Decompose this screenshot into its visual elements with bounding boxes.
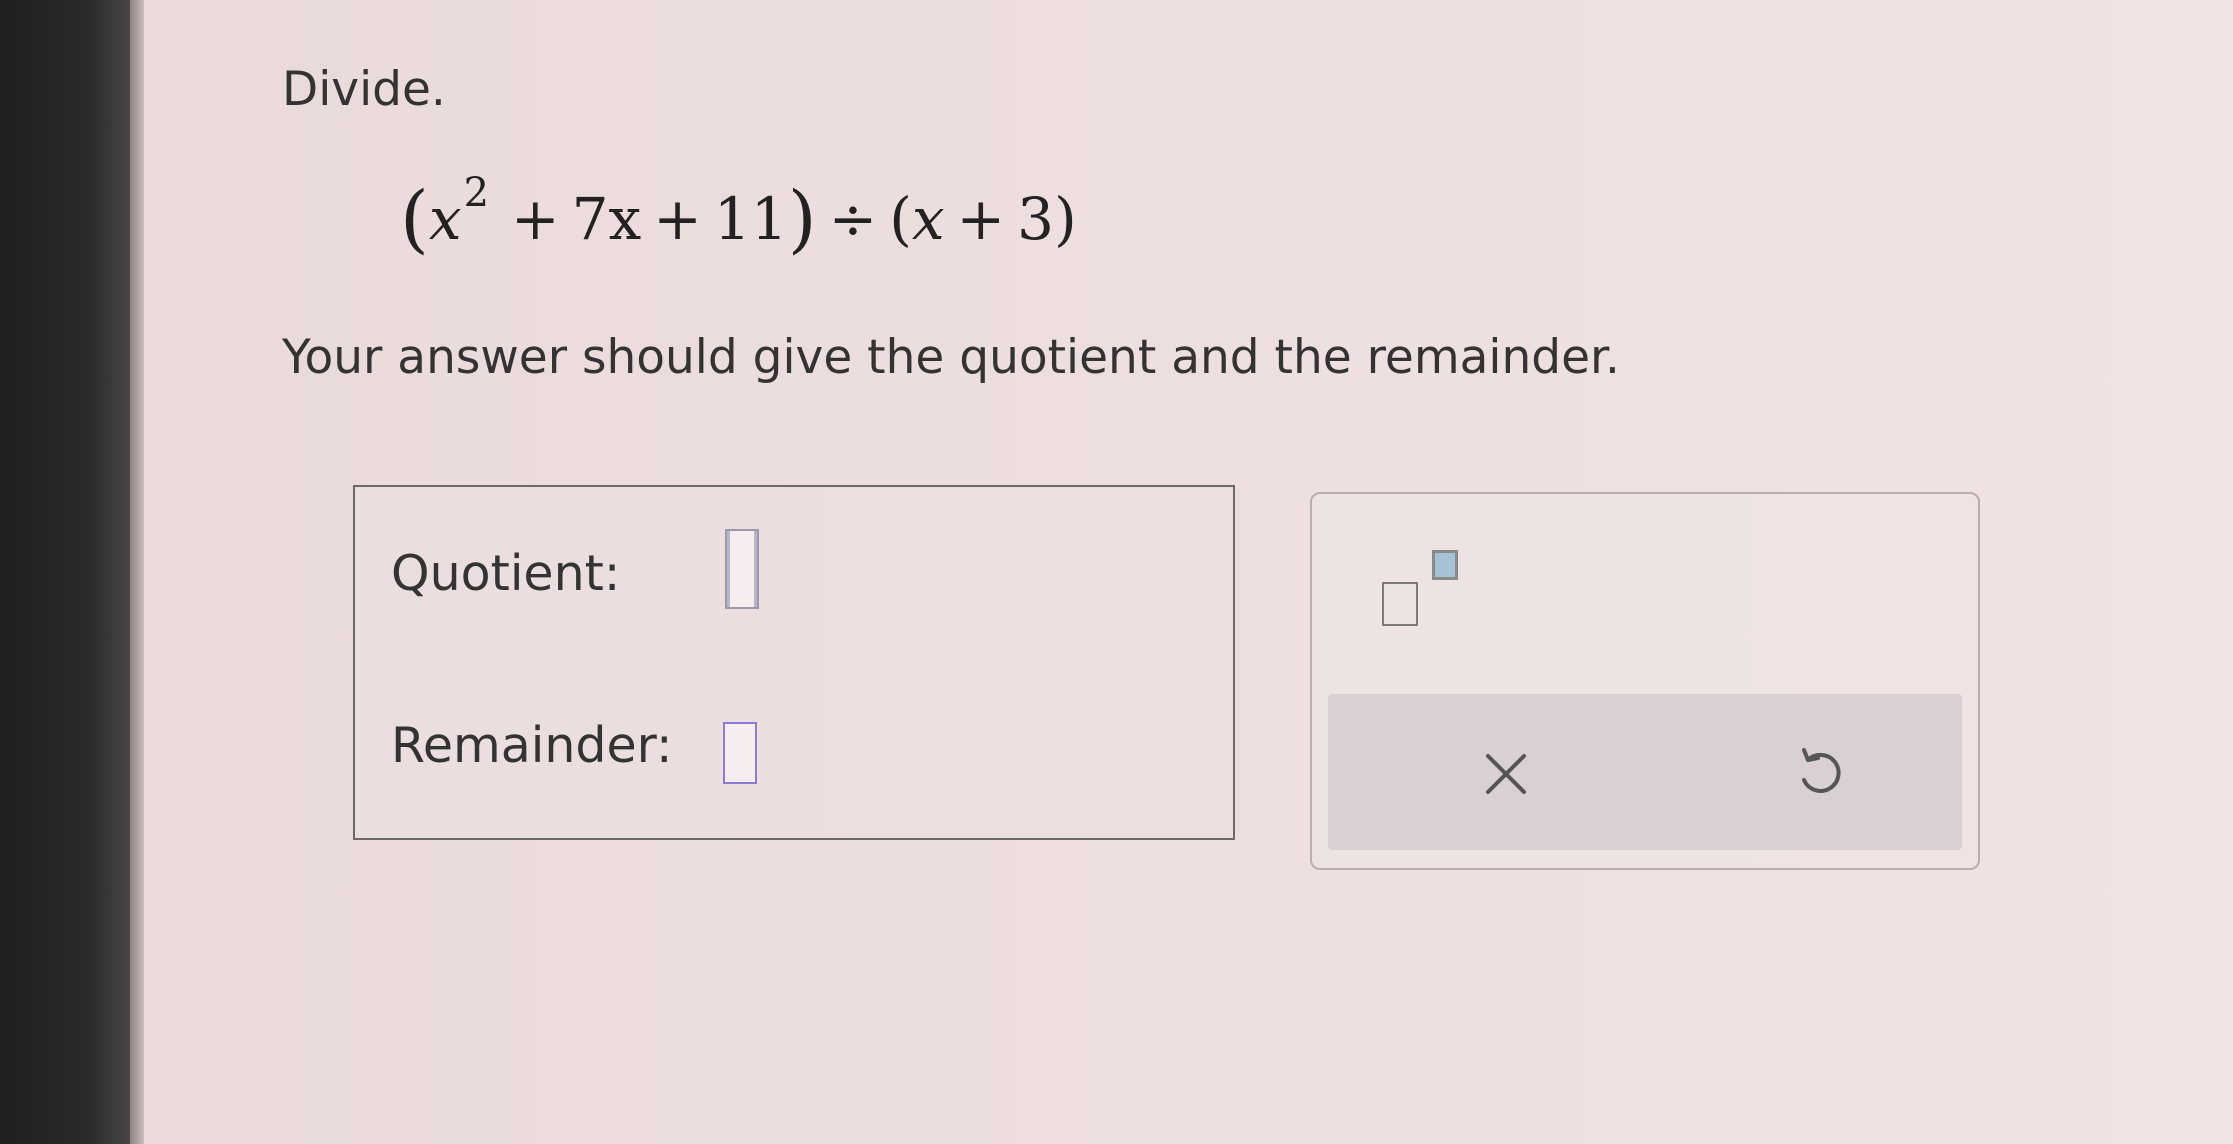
quotient-input[interactable] bbox=[725, 529, 759, 609]
plus-sign: + bbox=[653, 185, 702, 253]
math-toolbar bbox=[1310, 492, 1980, 870]
dividend-constant: 11 bbox=[713, 185, 788, 253]
undo-button[interactable] bbox=[1770, 724, 1870, 824]
dividend-x: x bbox=[428, 185, 462, 253]
close-paren: ) bbox=[787, 176, 817, 262]
exponent-base-box bbox=[1382, 582, 1418, 626]
remainder-input[interactable] bbox=[723, 722, 757, 784]
plus-sign: + bbox=[511, 185, 560, 253]
undo-icon bbox=[1802, 748, 1841, 793]
toolbar-action-bar bbox=[1328, 694, 1962, 850]
answer-box: Quotient: Remainder: bbox=[353, 485, 1235, 840]
divisor-constant: 3 bbox=[1017, 185, 1055, 253]
screen-bezel bbox=[0, 0, 130, 1144]
clear-button[interactable] bbox=[1456, 724, 1556, 824]
divisor-x: x bbox=[911, 185, 945, 253]
close-icon bbox=[1486, 754, 1526, 794]
remainder-label: Remainder: bbox=[391, 717, 673, 774]
open-paren: ( bbox=[400, 176, 429, 262]
divisor-open-paren: ( bbox=[889, 185, 912, 253]
exponent-superscript-box bbox=[1432, 550, 1458, 580]
division-expression: ( x 2 + 7x + 11 ) ÷ ( x + 3 ) bbox=[400, 170, 1077, 262]
divide-sign: ÷ bbox=[828, 185, 878, 253]
answer-instructions: Your answer should give the quotient and… bbox=[282, 330, 1620, 385]
divisor-close-paren: ) bbox=[1054, 185, 1077, 253]
dividend-exponent: 2 bbox=[463, 170, 490, 216]
page-left-edge bbox=[130, 0, 144, 1144]
prompt-text: Divide. bbox=[282, 62, 446, 117]
dividend-linear-term: 7x bbox=[571, 185, 642, 253]
quotient-label: Quotient: bbox=[391, 545, 621, 602]
plus-sign: + bbox=[956, 185, 1006, 253]
exponent-template-icon[interactable] bbox=[1382, 550, 1472, 626]
